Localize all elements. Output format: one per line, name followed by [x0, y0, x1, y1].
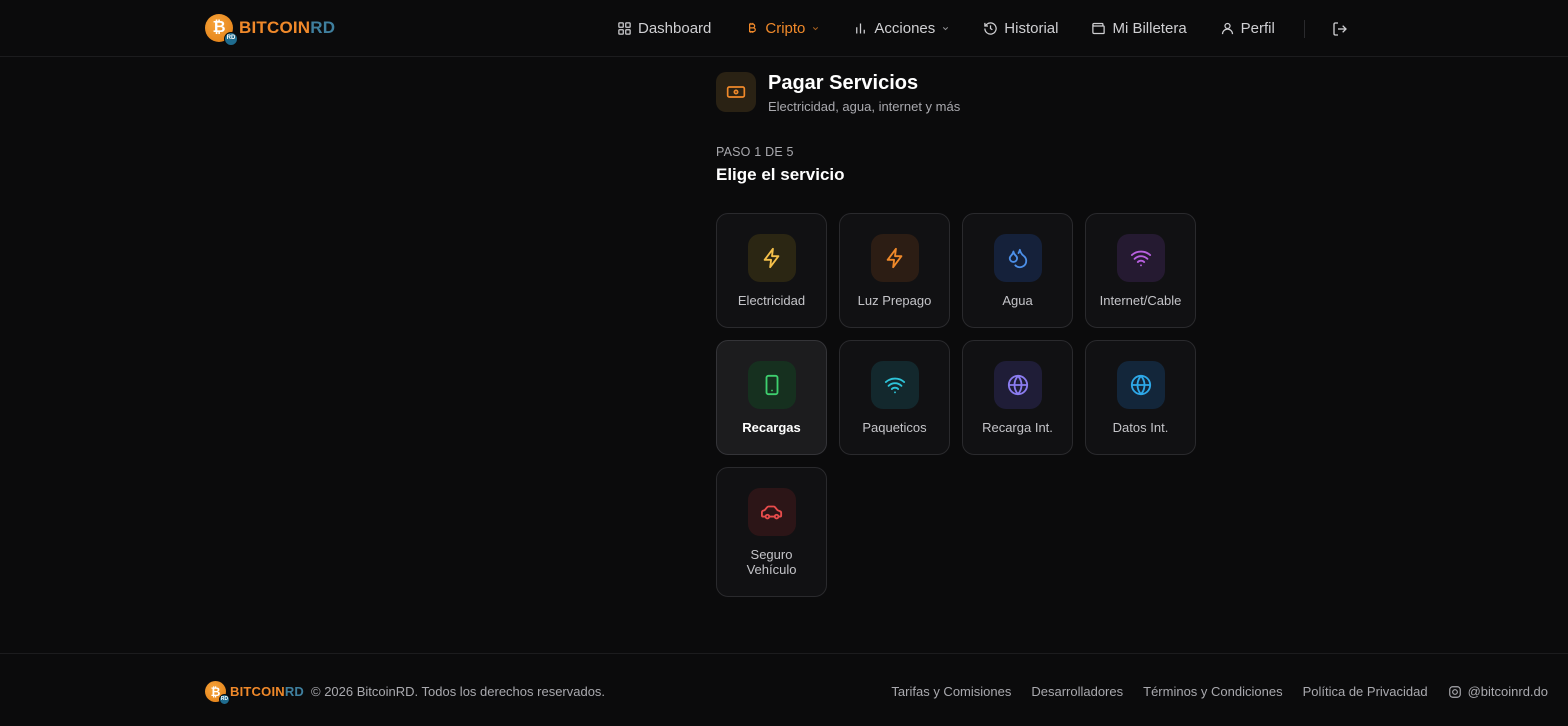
wallet-icon [1092, 22, 1106, 35]
service-card-label: Electricidad [737, 293, 806, 308]
page-header-icon-box [716, 72, 756, 112]
bitcoin-coin-icon: ₿ RD [205, 681, 230, 705]
service-icon-box [993, 361, 1042, 409]
smartphone-icon [765, 374, 778, 396]
instagram-icon [1448, 685, 1461, 698]
service-icon-box [993, 234, 1042, 282]
rd-badge: RD [219, 694, 230, 705]
bar-chart-icon [856, 23, 866, 34]
brand-name-part1: BITCOIN [239, 18, 311, 37]
instagram-handle: @bitcoinrd.do [1467, 684, 1548, 699]
service-card-electricidad[interactable]: Electricidad [716, 213, 827, 328]
chevron-down-icon [943, 27, 949, 31]
nav-perfil-label: Perfil [1240, 20, 1275, 37]
globe-icon [1007, 374, 1028, 396]
nav-divider [1303, 19, 1305, 38]
service-card-label: Seguro Vehículo [746, 547, 797, 577]
coin-symbol: ₿ [212, 19, 226, 36]
nav-dashboard[interactable]: Dashboard [617, 20, 711, 37]
nav-acciones-label: Acciones [874, 20, 936, 37]
wifi-icon [1130, 250, 1151, 267]
history-icon [984, 22, 998, 35]
logout-icon [1333, 21, 1347, 36]
nav-cripto-label: Cripto [765, 20, 806, 37]
main-nav: Dashboard Cripto Acciones Historial Mi B… [617, 0, 1348, 57]
footer-link-desarrolladores[interactable]: Desarrolladores [1031, 684, 1123, 699]
page-title: Pagar Servicios [768, 72, 919, 94]
service-card-label: Recargas [742, 420, 801, 435]
footer-link-privacidad[interactable]: Política de Privacidad [1303, 684, 1428, 699]
logout-button[interactable] [1332, 21, 1348, 37]
nav-mi-billetera-label: Mi Billetera [1112, 20, 1187, 37]
car-icon [760, 505, 782, 520]
footer-brand-name: BITCOINRD [230, 684, 304, 699]
service-icon-box [747, 488, 796, 536]
service-icon-box [1116, 234, 1165, 282]
brand-logo[interactable]: ₿ RD BITCOINRD [205, 12, 335, 46]
step-indicator: PASO 1 DE 5 [716, 145, 794, 159]
user-icon [1221, 22, 1233, 35]
chevron-down-icon [813, 27, 819, 31]
instagram-link[interactable]: @bitcoinrd.do [1448, 684, 1548, 699]
service-card-paqueticos[interactable]: Paqueticos [839, 340, 950, 455]
footer-logo[interactable]: ₿ RD BITCOINRD [205, 681, 304, 705]
nav-historial-label: Historial [1004, 20, 1059, 37]
footer-brand-part1: BITCOIN [230, 684, 285, 699]
copyright-text: © 2026 BitcoinRD. Todos los derechos res… [311, 684, 606, 699]
wifi-icon [884, 377, 905, 394]
rd-badge: RD [224, 32, 238, 46]
service-card-recarga-int[interactable]: Recarga Int. [962, 340, 1073, 455]
footer-links: Tarifas y Comisiones Desarrolladores Tér… [871, 684, 1548, 699]
service-card-luz-prepago[interactable]: Luz Prepago [839, 213, 950, 328]
footer-link-tarifas[interactable]: Tarifas y Comisiones [891, 684, 1011, 699]
service-card-seguro-vehiculo[interactable]: Seguro Vehículo [716, 467, 827, 597]
bolt-icon [886, 247, 902, 269]
page-header: Pagar Servicios Electricidad, agua, inte… [716, 71, 960, 114]
service-card-datos-int[interactable]: Datos Int. [1085, 340, 1196, 455]
service-icon-box [870, 234, 919, 282]
brand-name-part2: RD [310, 18, 336, 37]
banknote-icon [726, 86, 746, 98]
globe-icon [1130, 374, 1151, 396]
footer-brand-part2: RD [284, 684, 305, 699]
service-icon-box [747, 234, 796, 282]
page-subtitle: Electricidad, agua, internet y más [768, 99, 961, 114]
service-card-label: Recarga Int. [982, 420, 1053, 435]
nav-cripto[interactable]: Cripto [744, 20, 820, 37]
nav-perfil[interactable]: Perfil [1220, 20, 1275, 37]
footer: ₿ RD BITCOINRD © 2026 BitcoinRD. Todos l… [0, 653, 1568, 726]
brand-name: BITCOINRD [239, 18, 335, 38]
service-card-recargas[interactable]: Recargas [716, 340, 827, 455]
grid-icon [618, 22, 631, 35]
bitcoin-icon [749, 22, 757, 33]
service-card-label: Luz Prepago [857, 293, 932, 308]
service-card-internet-cable[interactable]: Internet/Cable [1085, 213, 1196, 328]
bitcoin-coin-icon: ₿ RD [205, 14, 238, 46]
droplets-icon [1008, 248, 1027, 269]
nav-historial[interactable]: Historial [983, 20, 1058, 37]
service-card-agua[interactable]: Agua [962, 213, 1073, 328]
nav-mi-billetera[interactable]: Mi Billetera [1091, 20, 1187, 37]
top-navbar: ₿ RD BITCOINRD Dashboard Cripto Acciones… [0, 0, 1568, 57]
nav-dashboard-label: Dashboard [638, 20, 712, 37]
service-icon-box [747, 361, 796, 409]
service-card-label: Paqueticos [862, 420, 927, 435]
service-icon-box [870, 361, 919, 409]
service-card-label: Datos Int. [1112, 420, 1169, 435]
bolt-icon [763, 247, 779, 269]
nav-acciones[interactable]: Acciones [853, 20, 950, 37]
footer-link-terminos[interactable]: Términos y Condiciones [1143, 684, 1282, 699]
service-icon-box [1116, 361, 1165, 409]
service-card-label: Agua [1002, 293, 1033, 308]
service-card-label: Internet/Cable [1099, 293, 1182, 308]
step-title: Elige el servicio [716, 165, 845, 184]
